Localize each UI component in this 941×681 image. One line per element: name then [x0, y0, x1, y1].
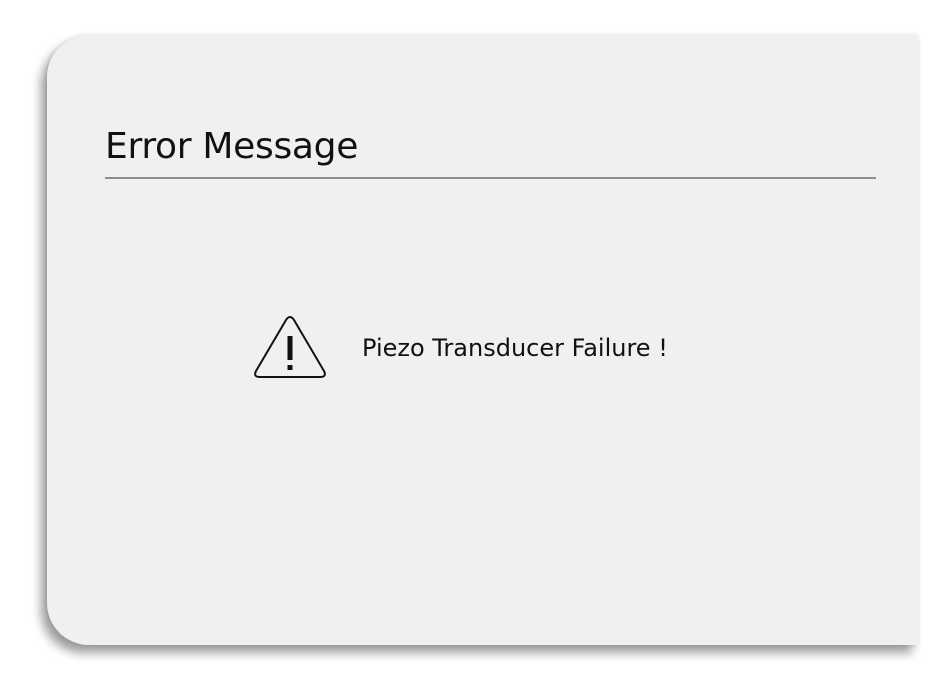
dialog-title: Error Message — [105, 126, 359, 167]
warning-icon — [253, 315, 327, 381]
screen: Error Message Piezo Transducer Failure ! — [0, 0, 941, 681]
title-divider — [105, 177, 876, 179]
error-dialog: Error Message Piezo Transducer Failure ! — [47, 35, 918, 645]
error-message-text: Piezo Transducer Failure ! — [362, 334, 668, 362]
error-message-row: Piezo Transducer Failure ! — [253, 314, 668, 382]
